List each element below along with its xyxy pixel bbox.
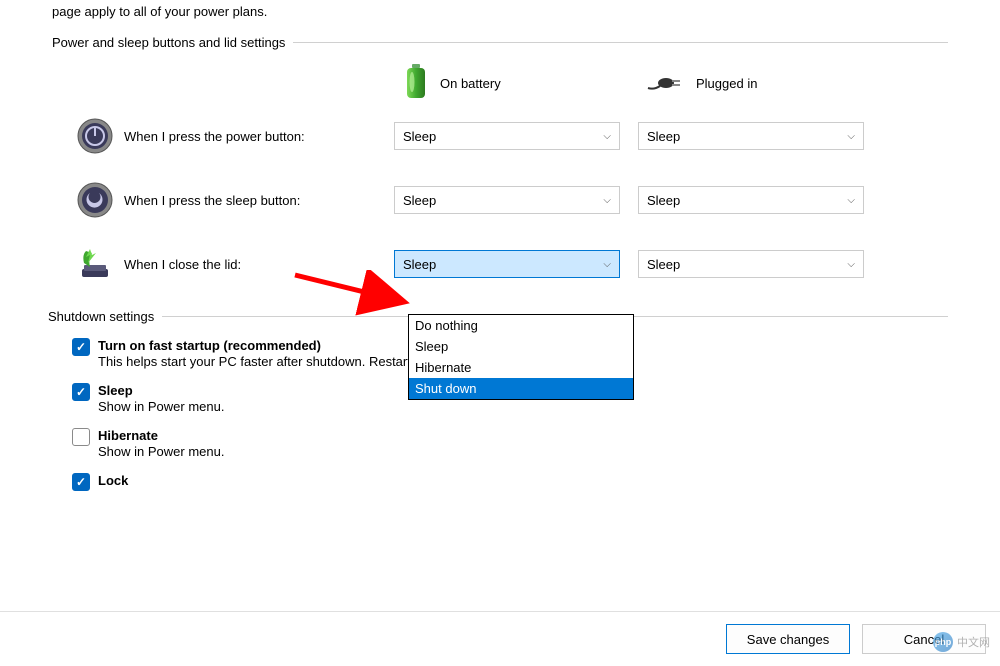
checkbox-row-hibernate: Hibernate Show in Power menu.: [72, 428, 948, 469]
col-header-plugged: Plugged in: [646, 70, 890, 97]
dropdown-value: Sleep: [403, 193, 436, 208]
section-header-power: Power and sleep buttons and lid settings: [52, 35, 948, 50]
section-title-shutdown: Shutdown settings: [48, 309, 154, 324]
checkbox-fast-startup[interactable]: [72, 338, 90, 356]
checkbox-lock[interactable]: [72, 473, 90, 491]
dropdown-option-shut-down[interactable]: Shut down: [409, 378, 633, 399]
watermark: php 中文网: [933, 632, 990, 652]
chevron-down-icon: ⌵: [603, 131, 611, 142]
divider: [293, 42, 948, 43]
row-label-lid: When I close the lid:: [124, 257, 394, 272]
dropdown-lid-plugged[interactable]: Sleep ⌵: [638, 250, 864, 278]
dropdown-value: Sleep: [647, 129, 680, 144]
dropdown-power-battery[interactable]: Sleep ⌵: [394, 122, 620, 150]
dropdown-option-do-nothing[interactable]: Do nothing: [409, 315, 633, 336]
close-lid-icon: [76, 245, 114, 283]
dropdown-value: Sleep: [403, 129, 436, 144]
checkbox-row-lock: Lock: [72, 473, 948, 491]
dropdown-value: Sleep: [647, 257, 680, 272]
checkbox-hibernate[interactable]: [72, 428, 90, 446]
checkbox-desc-sleep: Show in Power menu.: [98, 399, 948, 414]
checkbox-label-hibernate: Hibernate: [98, 428, 948, 443]
chevron-down-icon: ⌵: [847, 131, 855, 142]
dropdown-options-list[interactable]: Do nothing Sleep Hibernate Shut down: [408, 314, 634, 400]
row-label-sleep: When I press the sleep button:: [124, 193, 394, 208]
row-close-lid: When I close the lid: Sleep ⌵ Sleep ⌵: [76, 245, 948, 283]
plug-icon: [646, 70, 686, 97]
col-header-battery: On battery: [402, 64, 646, 103]
checkbox-sleep[interactable]: [72, 383, 90, 401]
sleep-button-icon: [76, 181, 114, 219]
footer-divider: [0, 611, 1000, 612]
checkbox-desc-hibernate: Show in Power menu.: [98, 444, 948, 459]
checkbox-label-lock: Lock: [98, 473, 948, 488]
section-title-power: Power and sleep buttons and lid settings: [52, 35, 285, 50]
row-sleep-button: When I press the sleep button: Sleep ⌵ S…: [76, 181, 948, 219]
chevron-down-icon: ⌵: [847, 195, 855, 206]
row-label-power: When I press the power button:: [124, 129, 394, 144]
chevron-down-icon: ⌵: [603, 259, 611, 270]
watermark-text: 中文网: [957, 634, 990, 650]
dropdown-sleep-plugged[interactable]: Sleep ⌵: [638, 186, 864, 214]
dropdown-value: Sleep: [403, 257, 436, 272]
watermark-logo-icon: php: [933, 632, 953, 652]
dropdown-option-hibernate[interactable]: Hibernate: [409, 357, 633, 378]
power-button-icon: [76, 117, 114, 155]
col-header-plugged-label: Plugged in: [696, 76, 757, 91]
col-header-battery-label: On battery: [440, 76, 501, 91]
save-changes-button[interactable]: Save changes: [726, 624, 850, 654]
columns-header: On battery Plugged in: [402, 64, 948, 103]
power-sleep-section: Power and sleep buttons and lid settings…: [52, 35, 948, 283]
chevron-down-icon: ⌵: [603, 195, 611, 206]
row-power-button: When I press the power button: Sleep ⌵ S…: [76, 117, 948, 155]
chevron-down-icon: ⌵: [847, 259, 855, 270]
dropdown-sleep-battery[interactable]: Sleep ⌵: [394, 186, 620, 214]
dropdown-lid-battery[interactable]: Sleep ⌵: [394, 250, 620, 278]
dropdown-value: Sleep: [647, 193, 680, 208]
battery-icon: [402, 64, 430, 103]
dropdown-power-plugged[interactable]: Sleep ⌵: [638, 122, 864, 150]
intro-text: page apply to all of your power plans.: [0, 0, 1000, 35]
dropdown-option-sleep[interactable]: Sleep: [409, 336, 633, 357]
